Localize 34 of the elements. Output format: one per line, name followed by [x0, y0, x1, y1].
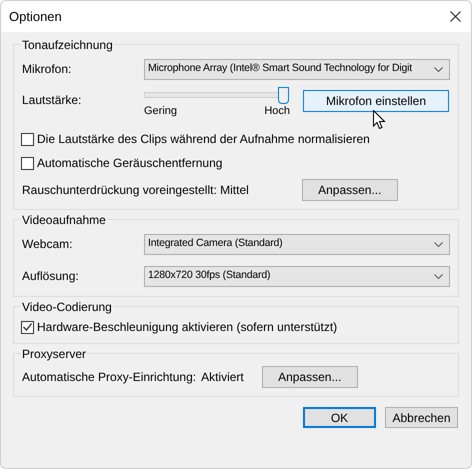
checkbox-label: Hardware-Beschleunigung aktivieren (sofern unterstützt)	[37, 319, 338, 336]
checkmark-icon	[23, 323, 32, 331]
field-label: Auflösung:	[22, 268, 80, 285]
checkbox[interactable]	[21, 320, 34, 334]
setting-label: Automatische Proxy-Einrichtung:	[22, 369, 196, 386]
field-label: Webcam:	[22, 236, 74, 253]
dropdown-field[interactable]: Microphone Array (Intel® Smart Sound Technology for Digit	[144, 58, 450, 80]
field-label: Mikrofon:	[22, 61, 72, 78]
setting-label: Rauschunterdrückung voreingestellt: Mittel	[22, 182, 249, 199]
slider-max-label: Hoch	[264, 104, 290, 119]
push-button[interactable]: Mikrofon einstellen	[303, 90, 449, 112]
push-button[interactable]: Anpassen...	[262, 366, 358, 388]
close-icon[interactable]	[450, 11, 461, 22]
chevron-down-icon	[434, 274, 443, 278]
checkbox-label: Die Lautstärke des Clips während der Aufnahme normalisieren	[37, 131, 370, 148]
mouse-cursor-icon	[373, 110, 386, 130]
dropdown-value: 1280x720 30fps (Standard)	[148, 268, 270, 284]
dropdown-field[interactable]: 1280x720 30fps (Standard)	[144, 266, 450, 286]
dropdown-field[interactable]: Integrated Camera (Standard)	[144, 234, 450, 254]
window-title: Optionen	[9, 8, 62, 26]
checkbox[interactable]	[21, 132, 34, 146]
setting-value: Aktiviert	[201, 369, 244, 386]
dropdown-value: Integrated Camera (Standard)	[148, 236, 282, 252]
chevron-down-icon	[434, 242, 443, 246]
chevron-down-icon	[434, 66, 443, 72]
push-button[interactable]: Anpassen...	[302, 179, 398, 201]
checkbox-label: Automatische Geräuschentfernung	[37, 155, 222, 172]
slider-thumb[interactable]	[278, 87, 289, 104]
slider-min-label: Gering	[144, 104, 178, 119]
field-label: Lautstärke:	[22, 92, 82, 109]
dialog-button[interactable]: OK	[303, 407, 376, 428]
dropdown-value: Microphone Array (Intel® Smart Sound Technology for Digit	[148, 61, 412, 76]
checkbox[interactable]	[21, 156, 34, 170]
dialog-button[interactable]: Abbrechen	[385, 407, 458, 428]
